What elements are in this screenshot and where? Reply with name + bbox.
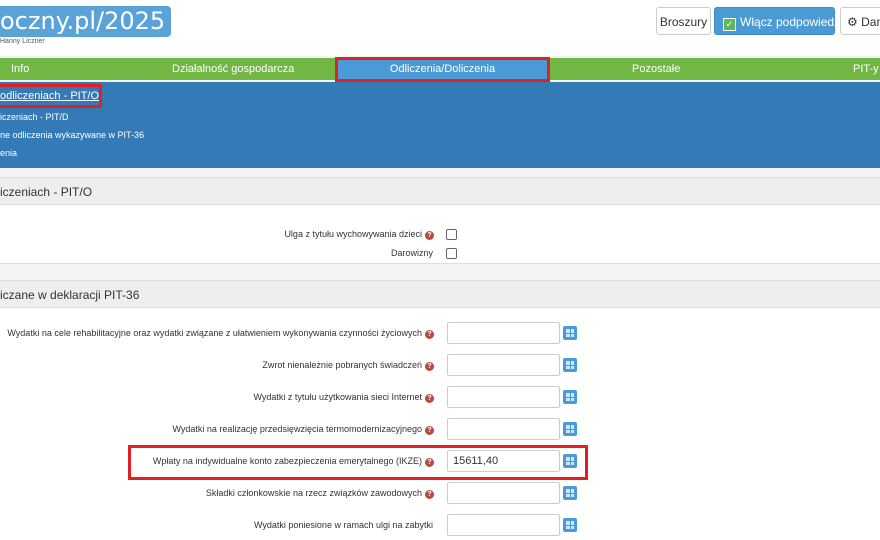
calculator-icon[interactable]	[563, 358, 577, 372]
input-zwrot[interactable]	[447, 354, 560, 376]
tab-dzialalnosc[interactable]: Działalność gospodarcza	[172, 58, 294, 80]
subnav-item-pito[interactable]: odliczeniach - PIT/O	[0, 90, 99, 102]
help-icon[interactable]: ?	[425, 458, 434, 467]
input-zabytki[interactable]	[447, 514, 560, 536]
dane-label: Dan	[861, 15, 880, 29]
section-pito-title: iczeniach - PIT/O	[0, 185, 93, 199]
input-zwiazki[interactable]	[447, 482, 560, 504]
row-label-termomodernizacja: Wydatki na realizację przedsięwzięcia te…	[172, 424, 434, 435]
subnav-item-pitd[interactable]: iczeniach - PIT/D	[0, 112, 69, 122]
tab-info[interactable]: Info	[11, 58, 29, 80]
row-label-ikze: Wpłaty na indywidualne konto zabezpiecze…	[153, 456, 434, 467]
help-icon[interactable]: ?	[425, 362, 434, 371]
gear-icon: ⚙	[847, 15, 858, 29]
logo[interactable]: oczny.pl/2025	[0, 6, 172, 37]
main-nav: Info Działalność gospodarcza Odliczenia/…	[0, 58, 880, 80]
help-icon[interactable]: ?	[425, 426, 434, 435]
help-icon[interactable]: ?	[425, 394, 434, 403]
check-icon: ✓	[723, 18, 736, 31]
input-internet[interactable]	[447, 386, 560, 408]
row-label-rehabilitacja: Wydatki na cele rehabilitacyjne oraz wyd…	[7, 328, 434, 339]
input-ikze[interactable]	[447, 450, 560, 472]
checkbox-ulga-dzieci[interactable]	[446, 229, 457, 240]
tab-pozostale[interactable]: Pozostałe	[632, 58, 680, 80]
section-pit36-title: iczane w deklaracji PIT-36	[0, 288, 140, 302]
pito-label-ulga-dzieci: Ulga z tytułu wychowywania dzieci?	[284, 229, 434, 240]
pito-panel: Ulga z tytułu wychowywania dzieci? Darow…	[0, 205, 880, 263]
pito-label-darowizny: Darowizny	[390, 248, 433, 258]
help-icon[interactable]: ?	[425, 490, 434, 499]
input-termomodernizacja[interactable]	[447, 418, 560, 440]
checkbox-darowizny[interactable]	[446, 248, 457, 259]
section-pit36-header: iczane w deklaracji PIT-36	[0, 280, 880, 308]
broszury-button[interactable]: Broszury	[656, 7, 711, 35]
row-label-zwrot: Zwrot nienależnie pobranych świadczeń?	[262, 360, 434, 371]
subnav-item-pit36[interactable]: ne odliczenia wykazywane w PIT-36	[0, 130, 144, 140]
calculator-icon[interactable]	[563, 486, 577, 500]
dane-button[interactable]: ⚙ Dan	[840, 7, 880, 35]
logo-author: Hanny Liczner	[0, 38, 45, 45]
hints-label: Włącz podpowiedzi	[740, 15, 843, 29]
subnav-panel: odliczeniach - PIT/O iczeniach - PIT/D n…	[0, 82, 880, 168]
subnav-item-other[interactable]: enia	[0, 148, 17, 158]
section-pito-header: iczeniach - PIT/O	[0, 177, 880, 205]
row-label-zwiazki: Składki członkowskie na rzecz związków z…	[206, 488, 434, 499]
calculator-icon[interactable]	[563, 390, 577, 404]
calculator-icon[interactable]	[563, 518, 577, 532]
calculator-icon[interactable]	[563, 454, 577, 468]
hints-toggle-button[interactable]: ✓ Włącz podpowiedzi	[714, 7, 843, 35]
calculator-icon[interactable]	[563, 422, 577, 436]
tab-odliczenia[interactable]: Odliczenia/Doliczenia	[338, 59, 547, 79]
input-rehabilitacja[interactable]	[447, 322, 560, 344]
tab-pity[interactable]: PIT-y	[853, 58, 879, 80]
app-header: oczny.pl/2025 Hanny Liczner Broszury ✓ Wł…	[0, 0, 880, 56]
calculator-icon[interactable]	[563, 326, 577, 340]
help-icon[interactable]: ?	[425, 330, 434, 339]
divider	[0, 263, 880, 264]
help-icon[interactable]: ?	[425, 231, 434, 240]
row-label-zabytki: Wydatki poniesione w ramach ulgi na zaby…	[253, 520, 433, 530]
row-label-internet: Wydatki z tytułu użytkowania sieci Inter…	[254, 392, 434, 403]
pit36-panel: Wydatki na cele rehabilitacyjne oraz wyd…	[0, 308, 880, 540]
